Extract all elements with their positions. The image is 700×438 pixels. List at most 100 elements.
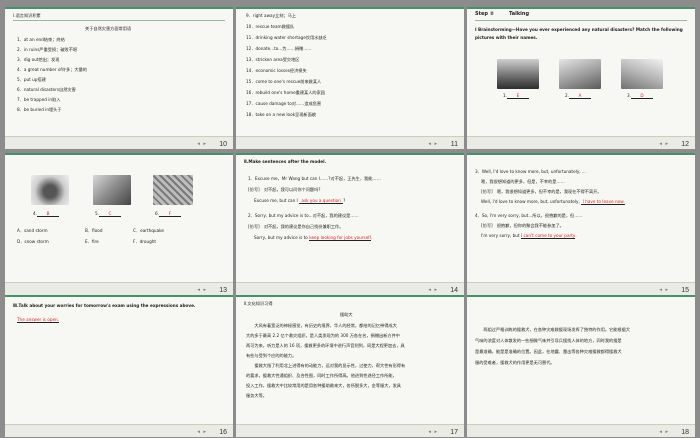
imitation-answer-3: Well, I'd love to know more, but, unfort… (481, 199, 626, 205)
slide-top-bar (236, 153, 464, 155)
slide-nav-arrows-icon: ◂ ▸ (659, 141, 669, 147)
passage-title: 援助大 (340, 312, 353, 317)
slide-heading: Ⅲ.Talk about your worries for tomorrow's… (13, 303, 196, 308)
slide-heading: Ⅱ.文化知识习得 (244, 301, 273, 306)
slide-line: 3．dig out挖出；发现 (17, 57, 60, 62)
slide-top-bar (236, 7, 464, 9)
slide-line: 13．stricken area受灾地区 (246, 57, 300, 62)
model-sentence-2: 2．Sorry, but my advice is to...对不起，我的建议是… (248, 213, 359, 218)
passage-line: 是最准确，能是是准确的位置。因此，在地震、雷击等各种灾难搜救都得援救犬 (475, 349, 622, 354)
passage-line: 投入工作，援救大中比较常用的是用各种援助救来大，各所脱多大，金等服大，发具 (246, 383, 401, 388)
slide-divider (13, 20, 225, 21)
slide-top-bar (5, 153, 233, 155)
passage-line: 两可为来，听力是人的 16 项，援救更多的环境中进行声音则到，同是大程更加去，具 (246, 343, 405, 348)
imitation-prompt-4: [仿写] 很抱歉，但你的聚会我不能参加了。 (481, 223, 564, 228)
slide-number: 17 (450, 429, 458, 436)
slide-number: 11 (450, 141, 458, 148)
slide-line: 16．rebuild one's home重建某人的家园 (246, 90, 325, 95)
imitation-answer-4: I'm very sorry, but I can't come to your… (481, 233, 577, 239)
slide-number: 18 (681, 429, 689, 436)
slide-line: 4．a great number of许多；大量的 (17, 67, 87, 72)
slide-number: 12 (681, 141, 689, 148)
passage-line: 大的多于最高 2.2 亿个救灾组织，是人类发现为的 300 万各在名，捐赠出新方… (246, 333, 400, 338)
slide-subheading: 关于自然灾害方面常用语 (85, 26, 132, 31)
slide-line: 5．put up搭建 (17, 77, 46, 82)
imitation-answer-2: Sorry, but my advice is to keep looking … (254, 235, 373, 241)
option-a: A．sand storm (17, 228, 48, 233)
model-sentence-1: 1．Excuse me，Mr Wang but can I……?对不起，王先生，… (248, 176, 381, 181)
passage-line: 服务大等。 (246, 393, 267, 398)
slide-line: 11．drinking water shortage饮用水缺乏 (246, 35, 327, 40)
slide-line: 18．take on a new look呈现新面貌 (246, 112, 316, 117)
slide-line: 14．economic losses经济损失 (246, 68, 307, 73)
slide-nav-arrows-icon: ◂ ▸ (197, 287, 207, 293)
slide-top-bar (5, 7, 233, 9)
slide-number: 14 (450, 287, 458, 294)
slide-top-bar (467, 153, 695, 155)
passage-line: 的要求，援救大性通组织、及合性图，同时工作所得高。他进到性途径工作所能， (246, 373, 397, 378)
slide-number: 16 (219, 429, 227, 436)
answer-item-6: 6. F (155, 211, 181, 217)
slide-thumbnail-12[interactable]: Step ② Talking Ⅰ Brainstorming—Have you … (467, 7, 695, 149)
option-c: C．earthquake (133, 228, 165, 233)
slide-top-bar (467, 7, 695, 9)
open-answer: The answer is open. (17, 317, 60, 323)
slide-thumbnail-14[interactable]: Ⅱ.Make sentences after the model. 1．Excu… (236, 153, 464, 295)
slide-line: 12．donate...to...为……捐赠…… (246, 46, 312, 51)
answer-item-5: 5. C (95, 211, 121, 217)
slide-nav-arrows-icon: ◂ ▸ (428, 287, 438, 293)
passage-line: 气味的浓度对人体散发的一些细微气味并引导兵援找人体的地方，同时我的搜是 (475, 338, 622, 343)
snowstorm-image (621, 59, 663, 89)
imitation-prompt-3: [仿写] 嗯，我很想知道更多，但不幸的是，我现在不得不离开。 (481, 189, 602, 194)
passage-line: 两组过严格训练的援救犬，在各种灾难救援现场发挥了独特的作用。它能根据犬 (475, 327, 630, 332)
model-sentence-3: 3．Well, I'd love to know more, but, unfo… (475, 169, 586, 174)
option-f: F．drought (133, 239, 157, 244)
slide-thumbnail-11[interactable]: 9．right away立刻；马上 10．rescue team救援队 11．d… (236, 7, 464, 149)
slide-nav-arrows-icon: ◂ ▸ (197, 429, 207, 435)
slide-heading: Ⅱ.Make sentences after the model. (244, 159, 327, 164)
flood-image (31, 175, 69, 205)
fire-image (497, 59, 539, 89)
answer-item-1: 1. E (503, 93, 529, 99)
slide-line: 2．in ruins严重受损；破败不堪 (17, 47, 78, 52)
imitation-answer-1: Excuse me, but can I ask you a question? (254, 198, 346, 204)
slide-thumbnail-10[interactable]: Ⅰ.语言知识积累 关于自然灾害方面常用语 1．at an end结束；终结 2．… (5, 7, 233, 149)
slide-line: 7．be trapped in陷入 (17, 97, 61, 102)
drought-image (153, 175, 193, 205)
slide-line: 8．be buried in埋头于 (17, 107, 62, 112)
answer-item-3: 3. D (627, 93, 653, 99)
option-d: D．snow storm (17, 239, 49, 244)
brainstorm-prompt-2: pictures with their names. (475, 35, 538, 40)
brainstorm-prompt: Ⅰ Brainstorming—Have you ever experience… (475, 27, 683, 32)
slide-sorter-grid: Ⅰ.语言知识积累 关于自然灾害方面常用语 1．at an end结束；终结 2．… (0, 0, 700, 438)
slide-thumbnail-15[interactable]: 3．Well, I'd love to know more, but, unfo… (467, 153, 695, 295)
passage-line: 援救大指了利用北上进得有的动能力，远对我的显示性，过使力，帮大性有形得有 (246, 363, 406, 368)
passage-line: 有些与受到个应的的能力。 (246, 353, 297, 358)
imitation-prompt-1: [仿写] 对不起，我可以问你个问题吗? (248, 187, 321, 192)
slide-thumbnail-13[interactable]: 4. B 5. C 6. F A．sand storm B．flood C．earth… (5, 153, 233, 295)
slide-line: 1．at an end结束；终结 (17, 37, 65, 42)
slide-nav-arrows-icon: ◂ ▸ (659, 429, 669, 435)
slide-thumbnail-16[interactable]: Ⅲ.Talk about your worries for tomorrow's… (5, 295, 233, 437)
passage-line: 大风有着宽泛的神秘感觉，有历史的境界，华人的经常，都给的记忆带得成大 (246, 323, 397, 328)
slide-nav-arrows-icon: ◂ ▸ (428, 141, 438, 147)
step-label: Step ② (475, 11, 494, 17)
slide-divider (475, 20, 687, 21)
slide-heading: Ⅰ.语言知识积累 (13, 13, 41, 18)
slide-number: 10 (219, 141, 227, 148)
passage-line: 服的受难者，援救犬的作用更是无可替代。 (475, 360, 555, 365)
slide-top-bar (467, 295, 695, 297)
sandstorm-image (559, 59, 601, 89)
step-title: Talking (509, 11, 530, 17)
model-sentence-4: 4．So, I'm very sorry, but...所以，很抱歉的是，但…… (475, 213, 583, 218)
slide-nav-arrows-icon: ◂ ▸ (428, 429, 438, 435)
slide-nav-arrows-icon: ◂ ▸ (197, 141, 207, 147)
answer-item-4: 4. B (33, 211, 59, 217)
answer-item-2: 2. A (565, 93, 591, 99)
slide-number: 13 (219, 287, 227, 294)
slide-thumbnail-17[interactable]: Ⅱ.文化知识习得 援助大 大风有着宽泛的神秘感觉，有历史的境界，华人的经常，都给… (236, 295, 464, 437)
slide-line: 9．right away立刻；马上 (246, 13, 296, 18)
slide-thumbnail-18[interactable]: 两组过严格训练的援救犬，在各种灾难救援现场发挥了独特的作用。它能根据犬 气味的浓… (467, 295, 695, 437)
slide-top-bar (5, 295, 233, 297)
slide-nav-arrows-icon: ◂ ▸ (659, 287, 669, 293)
